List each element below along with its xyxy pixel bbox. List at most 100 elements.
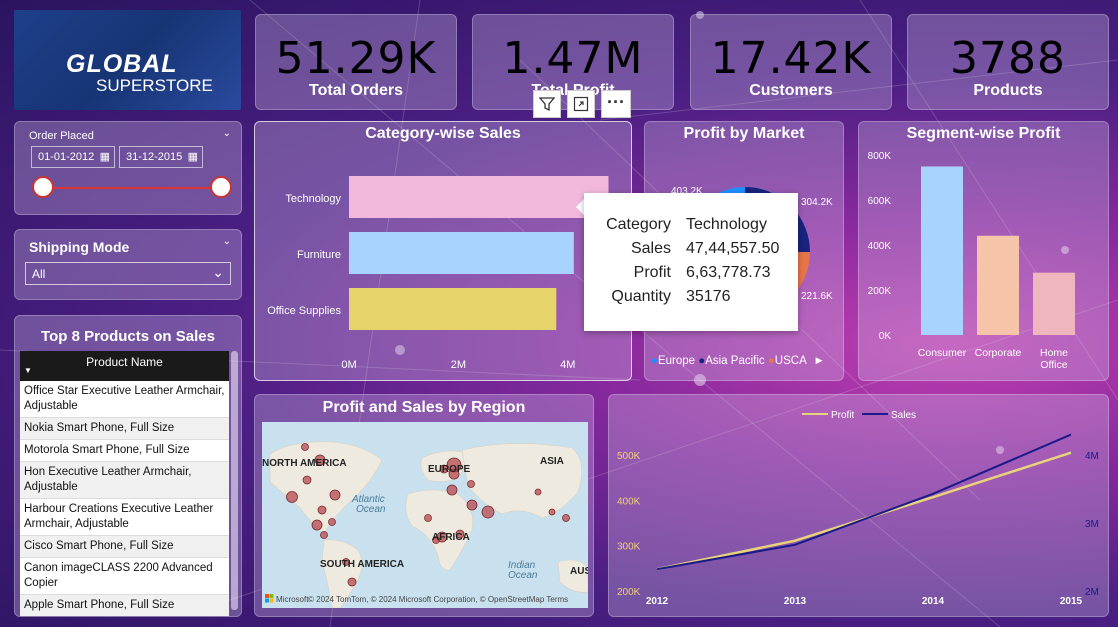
region-map-title: Profit and Sales by Region — [322, 399, 526, 416]
tooltip-key: Sales — [630, 240, 671, 257]
category-sales-chart: Category-wise Sales Technology Furniture O… — [254, 121, 632, 381]
bar-furniture[interactable] — [349, 232, 574, 274]
top-products-table: Top 8 Products on Sales Product Name ▼ O… — [14, 315, 242, 617]
filter-icon[interactable] — [533, 90, 561, 118]
tooltip-value: 35176 — [686, 288, 731, 305]
start-date-input[interactable]: 01-01-2012 ▦ — [31, 146, 115, 168]
x-tick-label: 2015 — [1060, 596, 1083, 607]
top-products-title: Top 8 Products on Sales — [41, 328, 215, 345]
table-row[interactable]: Motorola Smart Phone, Full Size — [20, 440, 229, 462]
chevron-down-icon[interactable]: ⌄ — [223, 128, 231, 139]
world-map[interactable]: NORTH AMERICA EUROPE ASIA AFRICA SOUTH A… — [262, 422, 588, 608]
kpi-label: Total Orders — [309, 82, 403, 99]
kpi-value: 1.47M — [502, 33, 644, 84]
trend-plot: Profit Sales 200K 300K 400K 500K 2M 3M 4M 2012 201… — [617, 410, 1099, 607]
y-tick-label: 0K — [879, 331, 892, 342]
category-tick-label: Furniture — [297, 249, 341, 261]
shipping-mode-label: Shipping Mode — [29, 239, 130, 255]
table-scrollbar[interactable] — [231, 351, 238, 610]
profit-line[interactable] — [656, 451, 1072, 571]
calendar-icon[interactable]: ▦ — [188, 150, 198, 163]
y-right-tick-label: 2M — [1085, 587, 1099, 598]
x-tick-label: 0M — [341, 359, 356, 371]
trend-chart: Profit Sales 200K 300K 400K 500K 2M 3M 4M 2012 201… — [608, 394, 1109, 617]
start-date-value: 01-01-2012 — [38, 151, 95, 163]
kpi-value: 3788 — [950, 33, 1066, 84]
table-row[interactable]: Harbour Creations Executive Leather Armc… — [20, 499, 229, 536]
table-row[interactable]: Canon imageCLASS 2200 Advanced Copier — [20, 558, 229, 595]
map-label: AUS — [570, 566, 588, 577]
logo-brand-bottom: SUPERSTORE — [96, 76, 213, 95]
map-label: Ocean — [356, 504, 386, 515]
legend-next-icon[interactable]: ► — [813, 355, 824, 367]
segment-profit-plot: 0K 200K 400K 600K 800K Consumer Corporate HomeO… — [868, 151, 1075, 371]
map-copyright[interactable]: © 2024 TomTom, © 2024 Microsoft Corporat… — [308, 595, 568, 604]
legend-label: Sales — [891, 410, 916, 421]
sort-desc-icon[interactable]: ▼ — [24, 366, 32, 375]
global-superstore-logo: GLOBAL SUPERSTORE — [14, 10, 241, 110]
x-tick-label: 2M — [451, 359, 466, 371]
bar-home-office[interactable] — [1033, 272, 1075, 335]
shipping-mode-value: All — [32, 267, 46, 281]
category-sales-title: Category-wise Sales — [365, 125, 521, 142]
kpi-total-orders: 51.29K Total Orders — [255, 14, 457, 110]
column-header-product-name[interactable]: Product Name ▼ — [20, 351, 229, 381]
x-tick-label: Consumer — [918, 347, 967, 359]
bar-corporate[interactable] — [977, 235, 1019, 335]
table-row[interactable]: Hon Executive Leather Armchair, Adjustab… — [20, 462, 229, 499]
slider-start-handle[interactable] — [32, 176, 54, 198]
tooltip-key: Profit — [633, 264, 671, 281]
market-label: 304.2K — [801, 197, 833, 208]
market-label: 221.6K — [801, 291, 833, 302]
date-range-track[interactable] — [43, 187, 221, 189]
map-attribution: Microsoft — [276, 595, 309, 604]
category-sales-plot: Technology Furniture Office Supplies 0M 2M 4M — [267, 176, 609, 371]
segment-profit-chart: Segment-wise Profit 0K 200K 400K 600K 800K Co… — [858, 121, 1109, 381]
legend-dot: ● — [651, 355, 658, 367]
x-tick-label: Home — [1040, 347, 1068, 359]
slider-end-handle[interactable] — [210, 176, 232, 198]
legend-item[interactable]: Europe — [658, 355, 695, 367]
map-label: SOUTH AMERICA — [320, 559, 404, 570]
calendar-icon[interactable]: ▦ — [100, 150, 110, 163]
sales-line[interactable] — [656, 433, 1072, 571]
bar-office-supplies[interactable] — [349, 288, 557, 330]
x-tick-label: Office — [1040, 359, 1067, 371]
legend-label: Profit — [831, 410, 855, 421]
more-options-icon[interactable]: ··· — [601, 90, 631, 118]
tooltip-key: Category — [606, 216, 671, 233]
y-tick-label: 200K — [868, 286, 892, 297]
table-row[interactable]: Apple Smart Phone, Full Size — [20, 595, 229, 616]
y-left-tick-label: 300K — [617, 542, 641, 553]
x-tick-label: 4M — [560, 359, 575, 371]
tooltip-value: Technology — [686, 216, 767, 233]
region-map-panel: Profit and Sales by Region NORTH AMERICA… — [254, 394, 594, 617]
table-row[interactable]: Cisco Smart Phone, Full Size — [20, 536, 229, 558]
legend-item[interactable]: Asia Pacific — [705, 355, 764, 367]
map-label: Ocean — [508, 570, 538, 581]
y-tick-label: 800K — [868, 151, 892, 162]
map-label: ASIA — [540, 456, 564, 467]
x-tick-label: 2014 — [922, 596, 945, 607]
legend-item[interactable]: USCA — [775, 355, 806, 367]
bar-technology[interactable] — [349, 176, 609, 218]
y-tick-label: 400K — [868, 241, 892, 252]
shipping-mode-dropdown[interactable]: All ⌄ — [25, 262, 231, 285]
bar-consumer[interactable] — [921, 166, 963, 335]
end-date-input[interactable]: 31-12-2015 ▦ — [119, 146, 203, 168]
map-label: AFRICA — [432, 532, 470, 543]
chevron-down-icon[interactable]: ⌄ — [223, 236, 231, 247]
tooltip-arrow — [576, 199, 584, 215]
table-row[interactable]: Nokia Smart Phone, Full Size — [20, 418, 229, 440]
table-row[interactable]: Office Star Executive Leather Armchair, … — [20, 381, 229, 418]
chevron-down-icon[interactable]: ⌄ — [212, 264, 224, 281]
y-left-tick-label: 200K — [617, 587, 641, 598]
landmass-asia — [461, 443, 583, 519]
map-label: EUROPE — [428, 464, 471, 475]
tooltip-value: 47,44,557.50 — [686, 240, 780, 257]
landmass-north-america — [269, 441, 383, 535]
kpi-value: 17.42K — [710, 33, 872, 84]
x-tick-label: 2013 — [784, 596, 807, 607]
focus-mode-icon[interactable] — [567, 90, 595, 118]
kpi-customers: 17.42K Customers — [690, 14, 892, 110]
